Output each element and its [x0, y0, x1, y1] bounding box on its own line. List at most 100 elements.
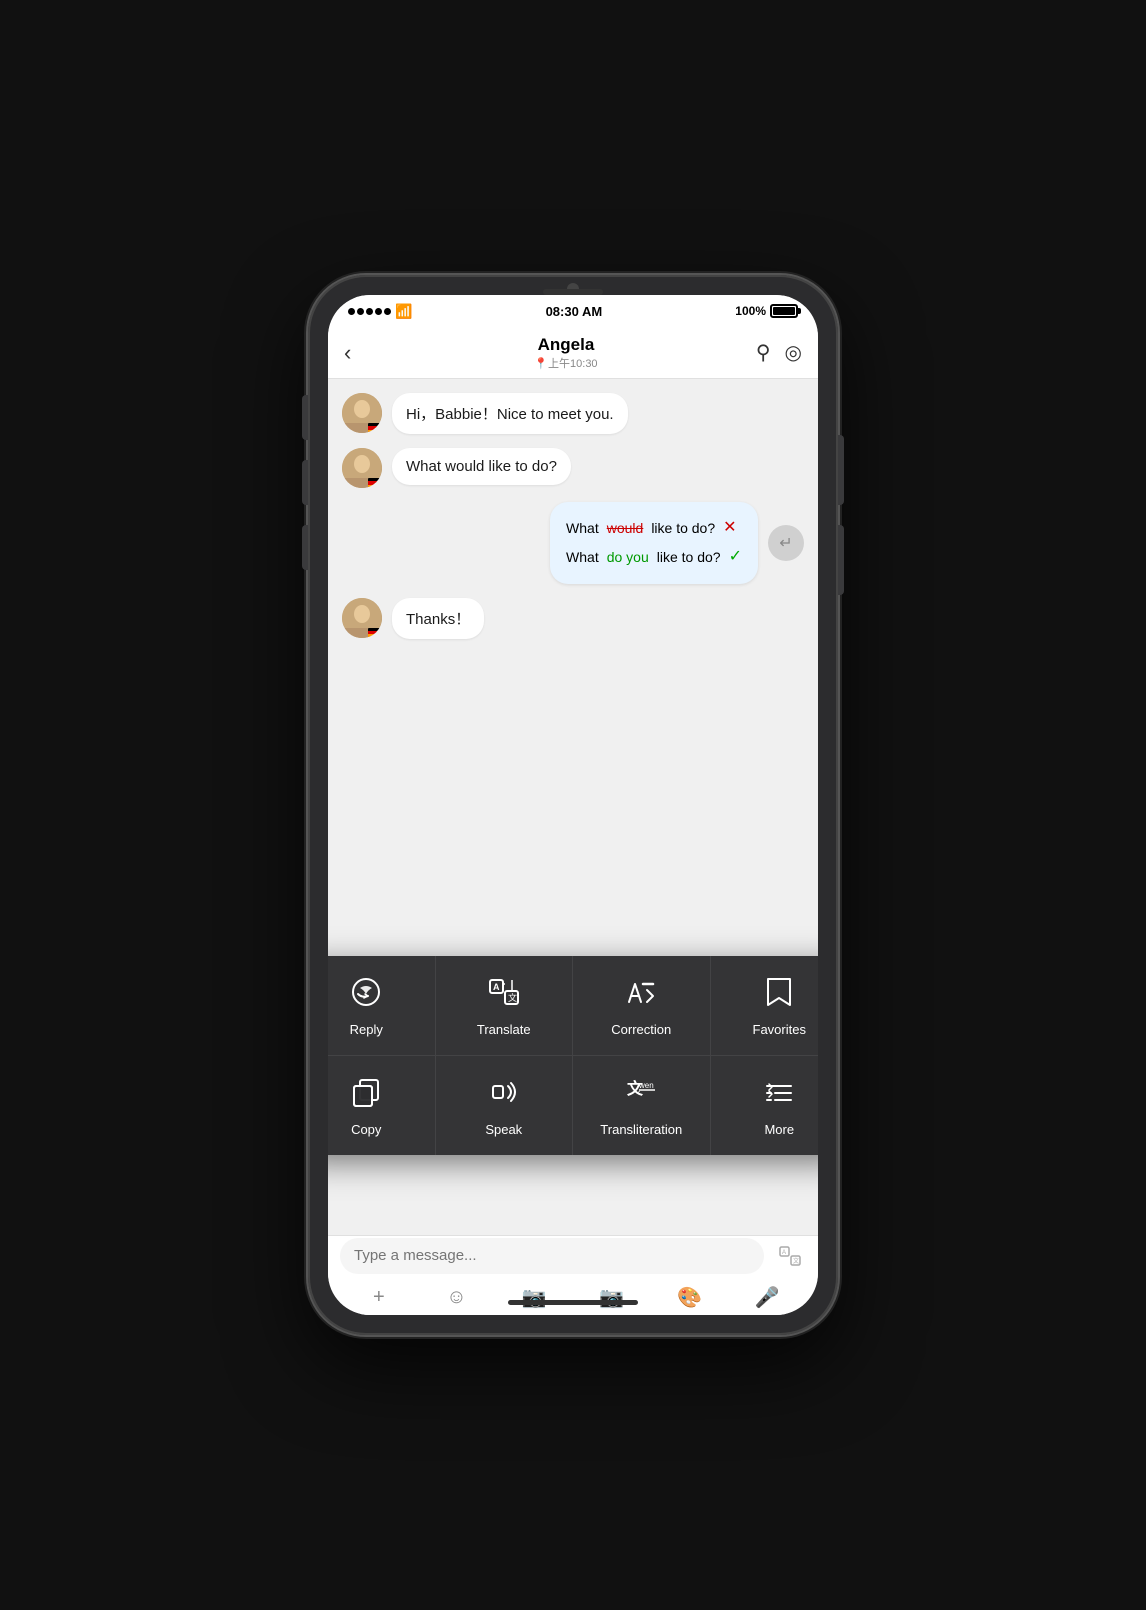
correct-suffix: like to do?: [657, 545, 721, 570]
avatar-2: [342, 448, 382, 488]
wifi-icon: 📶: [395, 303, 412, 320]
menu-label-favorites: Favorites: [753, 1022, 806, 1039]
speak-icon: [488, 1076, 520, 1112]
menu-label-copy: Copy: [351, 1122, 381, 1139]
signal-dot-3: [366, 308, 373, 315]
battery-icon: [770, 304, 798, 318]
phone-frame: 📶 08:30 AM 100% ‹ Angela 📍上午1: [308, 275, 838, 1335]
phone-screen: 📶 08:30 AM 100% ‹ Angela 📍上午1: [328, 295, 818, 1315]
svg-text:文: 文: [793, 1257, 799, 1265]
chat-area: Hi，Babbie！Nice to meet you.: [328, 379, 818, 1235]
svg-text:文: 文: [508, 992, 517, 1003]
status-right: 100%: [735, 304, 798, 318]
correction-bubble: What would like to do? ✕ What do you lik…: [550, 502, 758, 584]
translate-input-icon[interactable]: A 文: [774, 1240, 806, 1272]
correction-row-2: What do you like to do? ✓: [566, 543, 742, 572]
menu-grid: Reply A 文: [328, 956, 818, 1155]
emoji-button[interactable]: ☺: [440, 1282, 472, 1314]
flag-badge-4: [368, 628, 382, 638]
highlight-word: do you: [607, 545, 649, 570]
wrong-prefix: What: [566, 516, 599, 541]
svg-text:A: A: [782, 1250, 786, 1256]
menu-label-translate: Translate: [477, 1022, 531, 1039]
signal-dot-5: [384, 308, 391, 315]
image-button[interactable]: 📷: [518, 1282, 550, 1314]
favorites-icon: [765, 976, 793, 1012]
scene: 📶 08:30 AM 100% ‹ Angela 📍上午1: [0, 0, 1146, 1610]
record-icon[interactable]: ◎: [785, 340, 802, 365]
message-bubble-2: What would like to do?: [392, 448, 571, 485]
menu-item-copy[interactable]: Copy: [328, 1056, 436, 1155]
back-button[interactable]: ‹: [344, 340, 376, 366]
avatar-inner-4: [342, 598, 382, 638]
home-indicator[interactable]: [508, 1300, 638, 1305]
reply-icon: [350, 976, 382, 1012]
message-bubble-4: Thanks！: [392, 598, 484, 639]
avatar-4: [342, 598, 382, 638]
signal-dot-2: [357, 308, 364, 315]
correction-icon: [625, 976, 657, 1012]
menu-item-transliteration[interactable]: 文 wen ́ Translitera­tion: [573, 1056, 711, 1155]
message-row-4: Thanks！: [342, 598, 804, 639]
nav-title-area: Angela 📍上午10:30: [376, 335, 756, 371]
strikethrough-word: would: [607, 516, 644, 541]
svg-text:wen: wen: [638, 1081, 654, 1090]
flag-badge-2: [368, 478, 382, 488]
flag-gold: [368, 430, 382, 433]
message-row: Hi，Babbie！Nice to meet you.: [342, 393, 804, 434]
plus-button[interactable]: +: [363, 1282, 395, 1314]
message-bubble-1: Hi，Babbie！Nice to meet you.: [392, 393, 628, 434]
menu-item-speak[interactable]: Speak: [436, 1056, 574, 1155]
menu-label-more: More: [764, 1122, 794, 1139]
camera-button[interactable]: 📷: [596, 1282, 628, 1314]
message-text-4: Thanks！: [406, 611, 470, 628]
correct-prefix: What: [566, 545, 599, 570]
message-text-1: Hi，Babbie！Nice to meet you.: [406, 406, 614, 423]
mic-button[interactable]: 🎤: [751, 1282, 783, 1314]
message-row-3: ↵ What would like to do? ✕ What do you: [342, 502, 804, 584]
menu-label-transliteration: Translitera­tion: [600, 1122, 682, 1139]
search-icon[interactable]: ⚲: [756, 340, 771, 365]
wrong-suffix: like to do?: [651, 516, 715, 541]
palette-button[interactable]: 🎨: [673, 1282, 705, 1314]
signal-dots: [348, 308, 391, 315]
context-menu: Reply A 文: [328, 956, 818, 1155]
menu-item-more[interactable]: More: [711, 1056, 819, 1155]
status-time: 08:30 AM: [546, 304, 603, 319]
message-row-2: What would like to do?: [342, 448, 804, 488]
reply-icon-bubble[interactable]: ↵: [768, 525, 804, 561]
menu-item-correction[interactable]: Correction: [573, 956, 711, 1056]
battery-percent: 100%: [735, 304, 766, 318]
cross-mark: ✕: [723, 514, 736, 543]
status-left: 📶: [348, 303, 412, 320]
check-mark: ✓: [729, 543, 742, 572]
more-icon: [763, 1076, 795, 1112]
message-input[interactable]: [340, 1238, 764, 1274]
menu-label-speak: Speak: [485, 1122, 522, 1139]
avatar-inner-2: [342, 448, 382, 488]
menu-label-reply: Reply: [350, 1022, 383, 1039]
message-text-2: What would like to do?: [406, 458, 557, 475]
avatar-inner-1: [342, 393, 382, 433]
nav-icons: ⚲ ◎: [756, 340, 802, 365]
copy-icon: [350, 1076, 382, 1112]
flag-badge-1: [368, 423, 382, 433]
flag-gold-2: [368, 485, 382, 488]
battery-fill: [773, 307, 795, 315]
chat-subtitle: 📍上午10:30: [534, 355, 597, 371]
nav-header: ‹ Angela 📍上午10:30 ⚲ ◎: [328, 327, 818, 379]
signal-dot-4: [375, 308, 382, 315]
svg-text:A: A: [493, 982, 500, 992]
menu-label-correction: Correction: [611, 1022, 671, 1039]
correction-row-1: What would like to do? ✕: [566, 514, 742, 543]
menu-item-favorites[interactable]: Favorites: [711, 956, 819, 1056]
signal-dot-1: [348, 308, 355, 315]
input-row: A 文: [340, 1238, 806, 1274]
chat-title: Angela: [538, 335, 595, 355]
flag-gold-4: [368, 634, 382, 637]
menu-item-reply[interactable]: Reply: [328, 956, 436, 1056]
toolbar-row: + ☺ 📷 📷 🎨 🎤: [340, 1282, 806, 1314]
translate-icon: A 文: [488, 976, 520, 1012]
menu-item-translate[interactable]: A 文 Translate: [436, 956, 574, 1056]
avatar-1: [342, 393, 382, 433]
